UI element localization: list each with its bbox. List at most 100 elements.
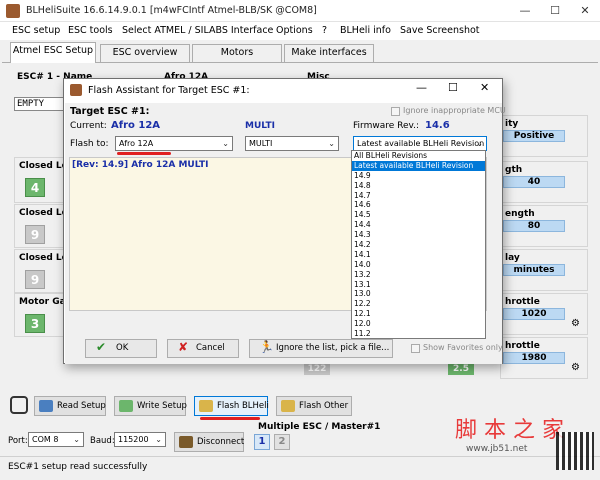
mode-select[interactable]: MULTI ⌄ <box>245 136 339 151</box>
flash-to-select[interactable]: Afro 12A ⌄ <box>115 136 233 151</box>
esc-name-field[interactable]: EMPTY <box>14 97 64 111</box>
revision-option[interactable]: 14.0 <box>352 260 485 270</box>
flash-blheli-button[interactable]: Flash BLHeli <box>194 396 269 416</box>
toggle-icon[interactable] <box>10 396 28 414</box>
group-label: ength <box>505 209 535 219</box>
revision-option[interactable]: 14.9 <box>352 171 485 181</box>
disconnect-label: Disconnect <box>197 437 245 447</box>
revision-option[interactable]: 12.2 <box>352 299 485 309</box>
revision-option[interactable]: 14.4 <box>352 220 485 230</box>
strength-group-1: gth 40 <box>500 161 588 203</box>
menu-esc-setup[interactable]: ESC setup <box>12 25 60 36</box>
menu-esc-tools[interactable]: ESC tools <box>68 25 113 36</box>
group-label: hrottle <box>505 297 540 307</box>
baud-label: Baud: <box>90 436 115 446</box>
revision-option[interactable]: 13.1 <box>352 280 485 290</box>
watermark-brand: 脚 本 之 家 <box>455 418 564 443</box>
read-setup-label: Read Setup <box>57 401 106 411</box>
show-favorites-checkbox[interactable] <box>411 344 420 353</box>
value-bar[interactable]: Positive <box>503 130 565 142</box>
baud-select[interactable]: 115200 ⌄ <box>114 432 166 447</box>
cross-icon: ✘ <box>178 340 189 354</box>
esc-1-button[interactable]: 1 <box>254 434 270 450</box>
read-setup-button[interactable]: Read Setup <box>34 396 106 416</box>
value-box-122[interactable]: 122 <box>304 363 330 375</box>
value-box[interactable]: 3 <box>25 314 45 333</box>
port-select[interactable]: COM 8 ⌄ <box>28 432 84 447</box>
dialog-maximize-button[interactable]: ☐ <box>448 81 458 94</box>
revision-option[interactable]: 12.1 <box>352 309 485 319</box>
value-box[interactable]: 4 <box>25 178 45 197</box>
value-bar[interactable]: minutes <box>503 264 565 276</box>
tab-esc-overview[interactable]: ESC overview <box>100 44 190 62</box>
revision-option[interactable]: 14.8 <box>352 181 485 191</box>
maximize-button[interactable]: ☐ <box>540 0 570 22</box>
revision-option[interactable]: 14.6 <box>352 200 485 210</box>
dialog-title: Flash Assistant for Target ESC #1: <box>88 85 250 96</box>
value-bar[interactable]: 80 <box>503 220 565 232</box>
tab-atmel-esc-setup[interactable]: Atmel ESC Setup <box>10 42 96 63</box>
flash-other-button[interactable]: Flash Other <box>276 396 352 416</box>
closed-loop-group-1: Closed Loop 4 <box>14 157 80 203</box>
revision-option[interactable]: All BLHeli Revisions <box>352 151 485 161</box>
minimize-button[interactable]: — <box>510 0 540 22</box>
dialog-app-icon <box>70 84 82 96</box>
firmware-rev-value: 14.6 <box>425 120 450 131</box>
ignore-list-button[interactable]: 🏃 Ignore the list, pick a file... <box>249 339 393 358</box>
gear-icon[interactable]: ⚙ <box>571 318 580 329</box>
tab-motors[interactable]: Motors <box>192 44 282 62</box>
dialog-minimize-button[interactable]: — <box>416 81 427 94</box>
write-setup-button[interactable]: Write Setup <box>114 396 187 416</box>
group-label: lay <box>505 253 520 263</box>
close-window-button[interactable]: ✕ <box>570 0 600 22</box>
motor-gain-group: Motor Gain 3 <box>14 293 75 337</box>
revision-option[interactable]: Latest available BLHeli Revision <box>352 160 485 171</box>
multiple-esc-label: Multiple ESC / Master#1 <box>258 422 381 432</box>
menu-help[interactable]: ? <box>322 25 327 36</box>
tab-make-interfaces[interactable]: Make interfaces <box>284 44 374 62</box>
revision-option[interactable]: 13.2 <box>352 270 485 280</box>
status-bar: ESC#1 setup read successfully <box>0 456 600 480</box>
value-bar[interactable]: 1980 <box>503 352 565 364</box>
flash-icon <box>199 400 213 412</box>
menu-blheli-info[interactable]: BLHeli info <box>340 25 391 36</box>
disconnect-button[interactable]: Disconnect <box>174 432 244 452</box>
gear-icon[interactable]: ⚙ <box>571 362 580 373</box>
value-box[interactable]: 9 <box>25 270 45 289</box>
dialog-close-button[interactable]: ✕ <box>480 81 489 94</box>
baud-value: 115200 <box>118 435 149 444</box>
value-bar[interactable]: 1020 <box>503 308 565 320</box>
revision-option[interactable]: 11.2 <box>352 329 485 338</box>
cancel-button[interactable]: ✘ Cancel <box>167 339 239 358</box>
revision-option[interactable]: 13.0 <box>352 289 485 299</box>
value-box-2-5[interactable]: 2.5 <box>448 363 474 375</box>
flash-other-label: Flash Other <box>299 401 349 411</box>
revision-option[interactable]: 14.5 <box>352 210 485 220</box>
current-value: Afro 12A <box>111 120 161 131</box>
value-box[interactable]: 9 <box>25 225 45 244</box>
group-label: hrottle <box>505 341 540 351</box>
ignore-mcu-checkbox[interactable] <box>391 107 400 116</box>
show-favorites-label: Show Favorites only <box>423 343 503 352</box>
write-setup-label: Write Setup <box>137 401 187 411</box>
ok-button[interactable]: ✔ OK <box>85 339 157 358</box>
revision-option[interactable]: 14.2 <box>352 240 485 250</box>
chevron-down-icon: ⌄ <box>476 139 483 148</box>
revision-option[interactable]: 12.0 <box>352 319 485 329</box>
qr-code-image <box>556 432 594 470</box>
revision-option[interactable]: 14.1 <box>352 250 485 260</box>
menu-select-interface[interactable]: Select ATMEL / SILABS Interface <box>122 25 273 36</box>
revision-select[interactable]: Latest available BLHeli Revision ⌄ <box>353 136 487 151</box>
status-text: ESC#1 setup read successfully <box>8 462 148 472</box>
red-underline-annotation <box>117 152 171 155</box>
esc-2-button[interactable]: 2 <box>274 434 290 450</box>
revision-option[interactable]: 14.7 <box>352 191 485 201</box>
value-bar[interactable]: 40 <box>503 176 565 188</box>
revision-option[interactable]: 14.3 <box>352 230 485 240</box>
polarity-group: ity Positive <box>500 115 588 157</box>
window-title: BLHeliSuite 16.6.14.9.0.1 [m4wFCIntf Atm… <box>26 5 317 16</box>
menu-save-screenshot[interactable]: Save Screenshot <box>400 25 480 36</box>
red-underline-annotation <box>200 417 260 420</box>
cancel-label: Cancel <box>196 343 225 353</box>
menu-options[interactable]: Options <box>276 25 313 36</box>
